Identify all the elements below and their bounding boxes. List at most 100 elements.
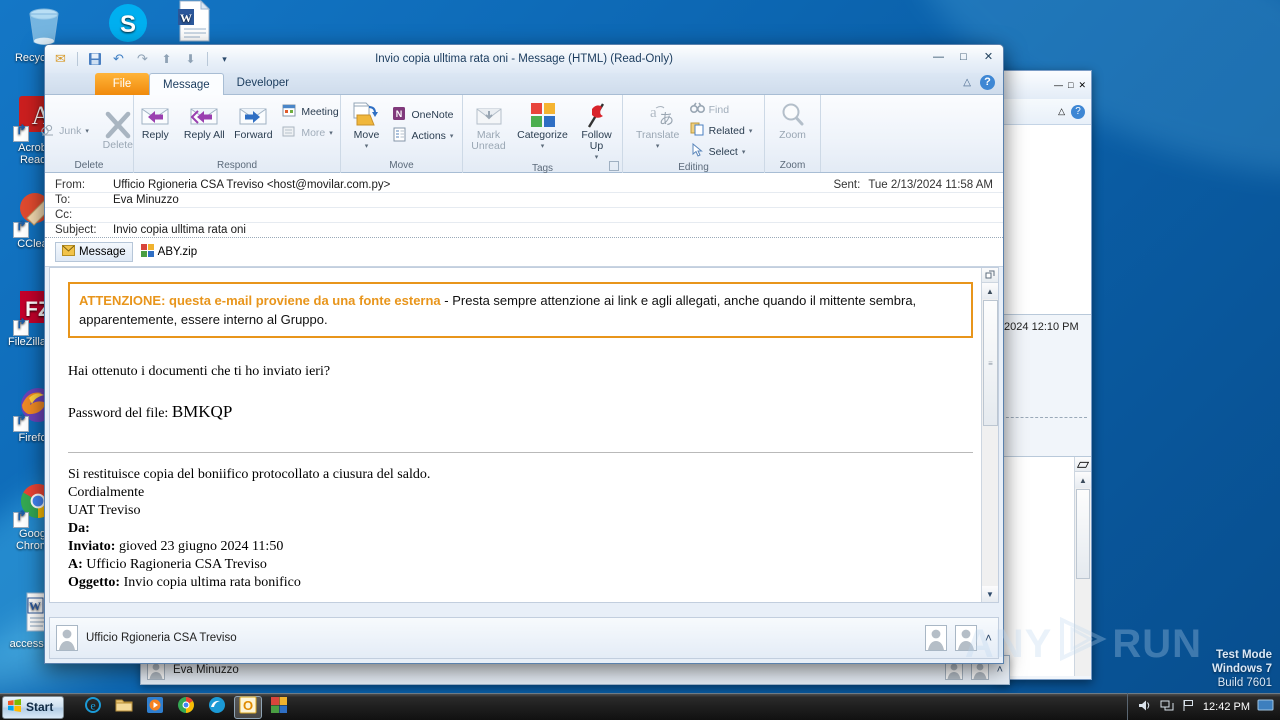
- redo-icon[interactable]: ↷: [133, 50, 152, 69]
- chevron-down-icon[interactable]: ▾: [742, 148, 746, 156]
- button-junk[interactable]: Junk ▾: [37, 120, 92, 141]
- restore-button[interactable]: □: [955, 49, 972, 64]
- help-icon[interactable]: ?: [1071, 104, 1085, 119]
- title-bar[interactable]: ✉ ↶ ↷ ⬆ ⬇ ▾ Invio copia ulltima rata oni…: [45, 45, 1003, 73]
- minimize-button[interactable]: —: [930, 49, 947, 64]
- button-zoom[interactable]: Zoom: [770, 98, 816, 141]
- body-vertical-scrollbar[interactable]: ▲ ≡ ▼: [981, 268, 998, 602]
- button-categorize[interactable]: Categorize ▾: [515, 98, 571, 152]
- button-forward[interactable]: Forward: [230, 98, 276, 141]
- chevron-down-icon[interactable]: ▾: [595, 152, 599, 163]
- chevron-down-icon[interactable]: ▾: [85, 127, 89, 135]
- ribbon-group-tags: Mark Unread Categorize ▾ Follow Up ▾ Tag…: [462, 95, 622, 174]
- chevron-down-icon[interactable]: ▾: [450, 132, 454, 140]
- button-translate[interactable]: aあ Translate ▾: [632, 98, 684, 152]
- button-more[interactable]: More ▾: [279, 122, 341, 143]
- message-tab-chip[interactable]: Message: [55, 242, 133, 262]
- button-select[interactable]: Select ▾: [687, 141, 756, 162]
- background-window[interactable]: — □ ✕ △ ? /2024 12:10 PM ▱ ▲: [996, 70, 1092, 680]
- tray-clock[interactable]: 12:42 PM: [1203, 701, 1250, 713]
- svg-text:a: a: [650, 105, 657, 121]
- speaker-icon[interactable]: [1138, 699, 1153, 715]
- taskbar-media-player[interactable]: [141, 696, 169, 719]
- collapse-ribbon-icon[interactable]: △: [1058, 106, 1065, 117]
- collapse-ribbon-icon[interactable]: △: [963, 77, 971, 88]
- close-icon[interactable]: ✕: [1078, 80, 1086, 91]
- undo-icon[interactable]: ↶: [109, 50, 128, 69]
- save-icon[interactable]: [85, 50, 104, 69]
- chevron-down-icon[interactable]: ▾: [749, 127, 753, 135]
- tab-file[interactable]: File: [95, 73, 149, 95]
- maximize-icon[interactable]: □: [1068, 80, 1073, 90]
- action-center-flag-icon[interactable]: [1182, 699, 1196, 715]
- background-window-scrollbar[interactable]: ▱ ▲: [1074, 456, 1091, 676]
- delete-x-icon: [103, 110, 133, 140]
- tab-message[interactable]: Message: [149, 73, 224, 95]
- svg-text:W: W: [180, 11, 192, 25]
- attachment-bar[interactable]: Message ABY.zip: [45, 237, 1003, 266]
- button-reply[interactable]: Reply: [132, 98, 178, 141]
- customize-qat-icon[interactable]: ▾: [215, 50, 234, 69]
- chevron-down-icon[interactable]: ▾: [329, 129, 333, 137]
- button-follow-up[interactable]: Follow Up ▾: [574, 98, 620, 163]
- button-meeting[interactable]: Meeting: [279, 101, 341, 122]
- button-related[interactable]: Related ▾: [687, 120, 756, 141]
- attachment-item[interactable]: ABY.zip: [137, 242, 201, 262]
- desktop-icon-word-doc[interactable]: W: [156, 0, 228, 46]
- field-label: A:: [68, 557, 83, 572]
- ribbon-help-controls[interactable]: △ ?: [963, 75, 995, 90]
- button-actions[interactable]: Actions ▾: [389, 125, 456, 146]
- to-value[interactable]: Eva Minuzzo: [113, 194, 1003, 206]
- next-item-icon[interactable]: ⬇: [181, 50, 200, 69]
- show-desktop-icon[interactable]: [1257, 699, 1274, 715]
- person-avatar-icon[interactable]: [924, 625, 947, 651]
- button-mark-unread[interactable]: Mark Unread: [466, 98, 512, 152]
- taskbar-windows-explorer[interactable]: [110, 696, 138, 719]
- taskbar-internet-explorer[interactable]: e: [79, 696, 107, 719]
- scrollbar-split-button[interactable]: ▱: [1075, 456, 1091, 473]
- person-avatar-icon[interactable]: [954, 625, 977, 651]
- follow-up-flag-icon: [583, 100, 611, 130]
- ribbon[interactable]: Junk ▾ Delete Delete Reply Reply All For…: [41, 95, 1003, 174]
- message-body-pane[interactable]: ATTENZIONE: questa e-mail proviene da un…: [49, 267, 999, 603]
- tab-developer[interactable]: Developer: [224, 72, 302, 94]
- taskbar-outlook[interactable]: O: [234, 695, 263, 719]
- second-window-expand-icon[interactable]: ˄: [997, 664, 1003, 676]
- button-find[interactable]: Find: [687, 99, 756, 120]
- button-move[interactable]: Move ▾: [346, 98, 386, 152]
- scrollbar-thumb[interactable]: ≡: [983, 300, 998, 426]
- minimize-icon[interactable]: —: [1054, 80, 1063, 90]
- taskbar[interactable]: Start e O 12:42 PM: [0, 693, 1280, 720]
- network-icon[interactable]: [1160, 699, 1175, 715]
- tags-dialog-launcher[interactable]: [609, 161, 619, 171]
- scrollbar-up-arrow[interactable]: ▲: [982, 283, 998, 299]
- cc-value[interactable]: [113, 209, 1003, 221]
- ribbon-tab-strip[interactable]: File Message Developer △ ?: [45, 73, 1003, 95]
- close-button[interactable]: ✕: [980, 49, 997, 64]
- button-reply-all[interactable]: Reply All: [181, 98, 227, 141]
- window-controls[interactable]: — □ ✕: [930, 49, 997, 64]
- people-pane[interactable]: Ufficio Rgioneria CSA Treviso ˄: [49, 617, 999, 659]
- scrollbar-up-arrow[interactable]: ▲: [1075, 472, 1091, 488]
- envelope-icon[interactable]: ✉: [51, 50, 70, 69]
- outlook-message-window[interactable]: ✉ ↶ ↷ ⬆ ⬇ ▾ Invio copia ulltima rata oni…: [41, 44, 1004, 664]
- system-tray[interactable]: 12:42 PM: [1126, 693, 1280, 720]
- scrollbar-thumb[interactable]: [1076, 489, 1090, 579]
- help-icon[interactable]: ?: [980, 75, 995, 90]
- chevron-down-icon[interactable]: ▾: [365, 141, 369, 152]
- taskbar-archive[interactable]: [265, 696, 293, 719]
- people-pane-expand-icon[interactable]: ˄: [985, 631, 992, 645]
- taskbar-edge[interactable]: [203, 696, 231, 719]
- scrollbar-down-arrow[interactable]: ▼: [982, 586, 998, 602]
- button-onenote[interactable]: N OneNote: [389, 104, 456, 125]
- from-value[interactable]: Ufficio Rgioneria CSA Treviso <host@movi…: [113, 179, 833, 191]
- desktop-icon-skype[interactable]: S: [92, 0, 164, 48]
- chevron-down-icon[interactable]: ▾: [541, 141, 545, 152]
- quick-access-toolbar[interactable]: ✉ ↶ ↷ ⬆ ⬇ ▾: [51, 50, 234, 69]
- taskbar-chrome[interactable]: [172, 696, 200, 719]
- start-button[interactable]: Start: [2, 695, 65, 719]
- previous-item-icon[interactable]: ⬆: [157, 50, 176, 69]
- shortcut-overlay-icon: [13, 222, 29, 238]
- chevron-down-icon[interactable]: ▾: [656, 141, 660, 152]
- scrollbar-split-button[interactable]: [982, 268, 998, 283]
